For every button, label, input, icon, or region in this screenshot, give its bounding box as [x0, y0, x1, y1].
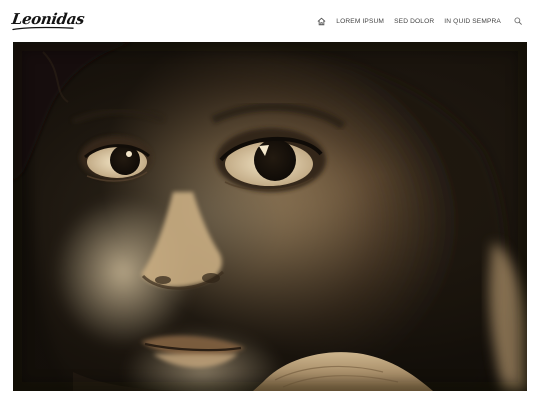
site-header: Leonidas LOREM IPSUM SED DOLOR IN QUID S… [0, 0, 540, 42]
nav-item-sed-dolor[interactable]: SED DOLOR [394, 18, 434, 25]
hero-image [13, 42, 527, 391]
main-nav: LOREM IPSUM SED DOLOR IN QUID SEMPRA [316, 14, 522, 28]
nav-item-in-quid-sempra[interactable]: IN QUID SEMPRA [444, 18, 501, 25]
home-icon[interactable] [316, 16, 326, 26]
page: Leonidas LOREM IPSUM SED DOLOR IN QUID S… [0, 0, 540, 405]
portrait-photo [13, 42, 527, 391]
logo-text: Leonidas [10, 10, 86, 28]
site-logo[interactable]: Leonidas [10, 8, 86, 34]
nav-item-lorem-ipsum[interactable]: LOREM IPSUM [336, 18, 384, 25]
search-icon[interactable] [513, 17, 522, 26]
